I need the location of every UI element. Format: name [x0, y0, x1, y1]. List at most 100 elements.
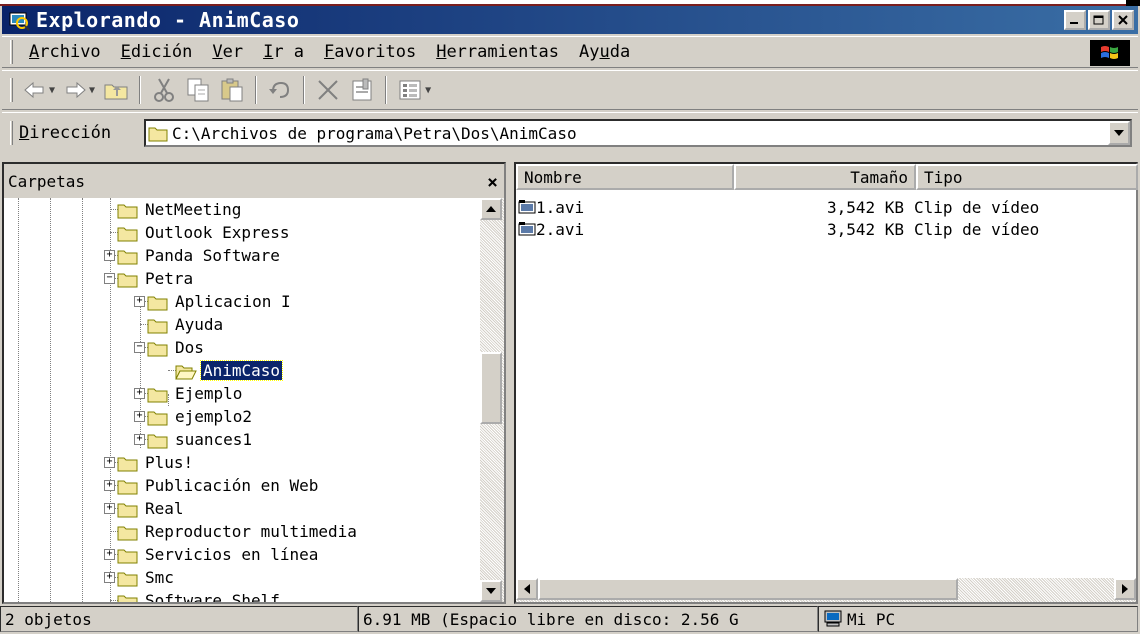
scroll-left-button[interactable] [516, 578, 538, 600]
menu-herramientas[interactable]: Herramientas [426, 42, 569, 62]
properties-button[interactable] [345, 75, 379, 105]
menu-ayuda-key: u [599, 42, 610, 62]
address-input[interactable]: C:\Archivos de programa\Petra\Dos\AnimCa… [144, 119, 1132, 147]
expand-icon[interactable]: + [104, 457, 115, 468]
status-bar: 2 objetos 6.91 MB (Espacio libre en disc… [0, 606, 1140, 634]
menu-herramientas-label: erramientas [446, 42, 560, 62]
folder-tree-item[interactable]: + Panda Software [104, 244, 282, 267]
folder-icon [117, 457, 138, 471]
folder-icon [117, 480, 138, 494]
address-dropdown-button[interactable] [1108, 121, 1130, 145]
folder-tree-item[interactable]: + Servicios en línea [104, 543, 320, 566]
file-row[interactable]: 1.avi 3,542 KB Clip de vídeo [516, 196, 1136, 218]
file-size: 3,542 KB [826, 219, 904, 239]
folder-tree-label: Panda Software [145, 246, 280, 265]
folder-tree-item[interactable]: − Dos [134, 336, 206, 359]
arrow-down-icon [486, 588, 496, 594]
folder-tree-item[interactable]: + Smc [104, 566, 176, 589]
menu-grip[interactable] [10, 40, 13, 64]
status-object-count: 2 objetos [0, 606, 358, 632]
list-horizontal-scrollbar[interactable] [516, 578, 1136, 602]
expand-icon[interactable]: + [104, 549, 115, 560]
expand-icon[interactable]: + [104, 250, 115, 261]
scroll-thumb[interactable] [480, 352, 502, 424]
folder-icon [117, 204, 138, 218]
column-tamano[interactable]: Tamaño [734, 164, 916, 190]
toolbar-grip[interactable] [10, 78, 13, 102]
folder-tree-item[interactable]: + suances1 [134, 428, 254, 451]
menu-bar: Archivo Edición Ver Ir a Favoritos Herra… [2, 36, 1138, 68]
file-row[interactable]: 2.avi 3,542 KB Clip de vídeo [516, 218, 1136, 240]
folder-tree-item[interactable]: + Ejemplo [134, 382, 244, 405]
folder-tree-item[interactable]: + Real [104, 497, 186, 520]
menu-ir-a[interactable]: Ir a [253, 42, 314, 62]
forward-dropdown-icon[interactable]: ▼ [89, 85, 95, 96]
back-button[interactable]: ▼ [19, 75, 59, 105]
folder-tree-item[interactable]: Outlook Express [104, 221, 292, 244]
folder-tree-item[interactable]: NetMeeting [104, 198, 243, 221]
forward-button[interactable]: ▼ [59, 75, 99, 105]
expand-icon[interactable]: + [134, 388, 145, 399]
cut-button[interactable] [147, 75, 181, 105]
folder-tree-label: NetMeeting [145, 200, 242, 219]
scroll-down-button[interactable] [480, 580, 502, 602]
menu-ver-key: V [212, 42, 223, 62]
folder-tree-item[interactable]: Ayuda [134, 313, 225, 336]
expand-icon[interactable]: + [104, 572, 115, 583]
folder-tree-item[interactable]: + ejemplo2 [134, 405, 254, 428]
expand-icon[interactable]: + [134, 296, 145, 307]
menu-ver[interactable]: Ver [202, 42, 253, 62]
folder-tree-item[interactable]: − Petra [104, 267, 195, 290]
scroll-up-button[interactable] [480, 198, 502, 220]
menu-favoritos[interactable]: Favoritos [314, 42, 426, 62]
file-name-cell: 1.avi [516, 198, 734, 217]
folder-icon [117, 250, 138, 264]
folder-tree-item[interactable]: AnimCaso [162, 359, 284, 382]
collapse-icon[interactable]: − [134, 342, 145, 353]
views-dropdown-icon[interactable]: ▼ [425, 85, 431, 96]
scroll-right-button[interactable] [1114, 578, 1136, 600]
status-location: Mi PC [818, 606, 1138, 632]
expand-icon[interactable]: + [134, 434, 145, 445]
minimize-button[interactable] [1064, 10, 1086, 30]
delete-button[interactable] [311, 75, 345, 105]
pane-splitter[interactable] [506, 162, 514, 604]
maximize-button[interactable] [1088, 10, 1110, 30]
up-button[interactable] [99, 75, 133, 105]
menu-archivo[interactable]: Archivo [19, 42, 111, 62]
folder-tree-item[interactable]: + Aplicacion I [134, 290, 293, 313]
undo-button[interactable] [263, 75, 297, 105]
h-scroll-thumb[interactable] [538, 578, 958, 600]
maximize-icon [1093, 15, 1104, 25]
column-nombre[interactable]: Nombre [516, 164, 734, 190]
menu-archivo-label: rchivo [39, 42, 101, 62]
file-list: 1.avi 3,542 KB Clip de vídeo 2.avi 3,542 KB C… [516, 196, 1136, 240]
views-button[interactable]: ▼ [393, 75, 435, 105]
address-grip[interactable] [10, 120, 13, 145]
folder-tree-item[interactable]: + Publicación en Web [104, 474, 320, 497]
menu-edicion[interactable]: Edición [111, 42, 203, 62]
folders-vertical-scrollbar[interactable] [480, 198, 504, 602]
tree-guide-line [18, 198, 19, 602]
title-bar[interactable]: Explorando - AnimCaso [2, 6, 1138, 34]
expand-icon[interactable]: + [134, 411, 145, 422]
collapse-icon[interactable]: − [104, 273, 115, 284]
folder-tree-item[interactable]: + Plus! [104, 451, 195, 474]
menu-ver-label: er [222, 42, 244, 62]
folders-pane: Carpetas × NetMeeting Outlook Express + Pan… [2, 162, 506, 604]
folder-tree-item[interactable]: Reproductor multimedia [104, 520, 359, 543]
back-dropdown-icon[interactable]: ▼ [49, 85, 55, 96]
address-label-key: D [19, 122, 30, 143]
column-tipo[interactable]: Tipo [916, 164, 1138, 190]
folders-close-button[interactable]: × [487, 172, 498, 193]
expand-icon[interactable]: + [104, 480, 115, 491]
menu-ayuda[interactable]: Ayuda [569, 42, 640, 62]
menu-ayuda-label: da [609, 42, 631, 62]
close-button[interactable] [1112, 10, 1134, 30]
properties-icon [352, 78, 372, 101]
copy-button[interactable] [181, 75, 215, 105]
folder-tree-item[interactable]: Software Shelf [104, 589, 282, 602]
paste-button[interactable] [215, 75, 249, 105]
folders-pane-title: Carpetas [8, 171, 86, 191]
expand-icon[interactable]: + [104, 503, 115, 514]
